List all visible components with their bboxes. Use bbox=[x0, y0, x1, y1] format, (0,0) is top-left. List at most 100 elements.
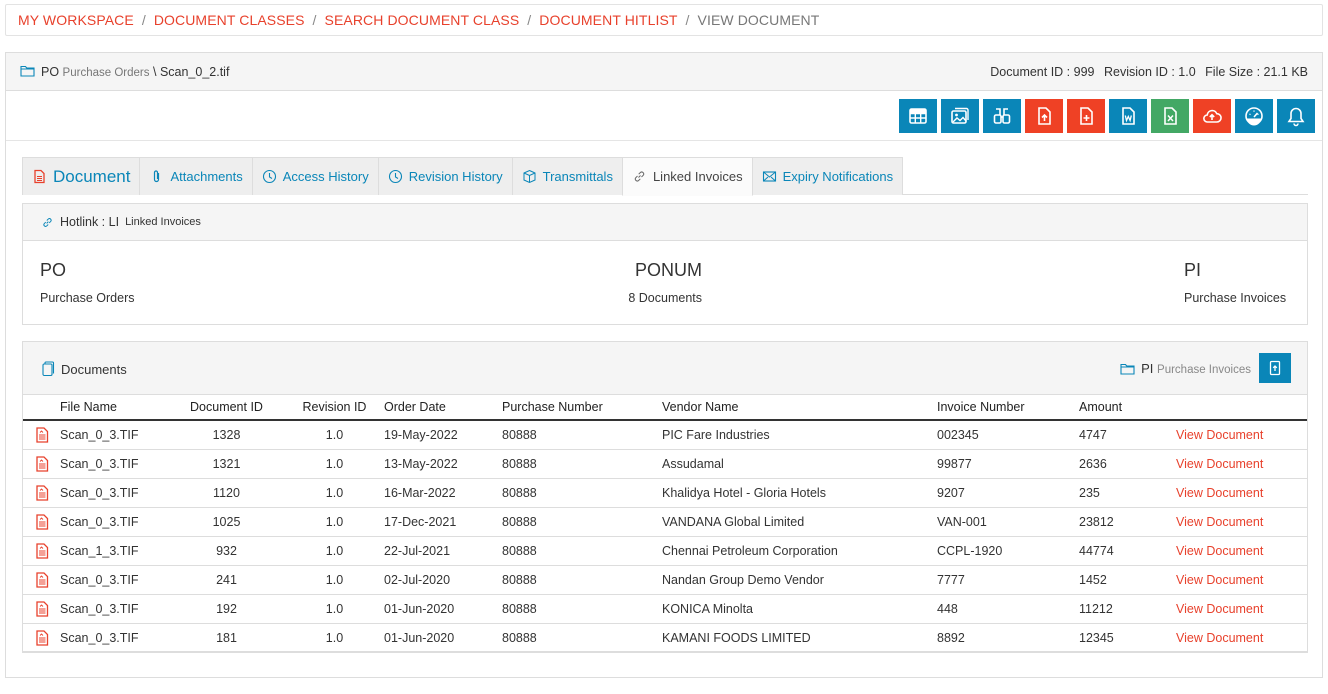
dashboard-button[interactable] bbox=[1235, 98, 1273, 133]
cell-amount: 12345 bbox=[1079, 630, 1114, 645]
breadcrumb-current: VIEW DOCUMENT bbox=[697, 12, 820, 28]
file-icon-cell bbox=[23, 536, 60, 566]
hotlink-header: Hotlink : LI Linked Invoices bbox=[23, 204, 1307, 241]
key-code: PONUM bbox=[635, 260, 702, 280]
cell-file-name: Scan_0_3.TIF bbox=[60, 630, 139, 645]
file-icon-cell bbox=[23, 507, 60, 537]
toolbar bbox=[6, 91, 1322, 141]
pdf-file-icon bbox=[35, 600, 48, 617]
breadcrumb-document-classes[interactable]: DOCUMENT CLASSES bbox=[154, 12, 305, 28]
col-amount[interactable]: Amount bbox=[1079, 395, 1176, 421]
document-panel: PO Purchase Orders \ Scan_0_2.tif Docume… bbox=[5, 52, 1323, 678]
images-button[interactable] bbox=[941, 98, 979, 133]
col-file-name[interactable]: File Name bbox=[60, 395, 168, 421]
revision-id: Revision ID : 1.0 bbox=[1103, 64, 1196, 79]
documents-icon bbox=[42, 361, 55, 377]
tab-label: Expiry Notifications bbox=[782, 169, 894, 184]
cell-file-name: Scan_0_3.TIF bbox=[60, 420, 168, 450]
tab-bar: Document Attachments Access History Revi… bbox=[22, 157, 1308, 196]
find-button[interactable] bbox=[983, 98, 1021, 133]
tab-expiry-notifications[interactable]: Expiry Notifications bbox=[751, 157, 904, 195]
table-row: Scan_0_3.TIF 241 1.0 02-Jul-2020 80888 N… bbox=[23, 565, 1307, 595]
class-name: Purchase Orders bbox=[62, 66, 150, 79]
breadcrumb-separator: / bbox=[685, 12, 690, 28]
cell-amount: 235 bbox=[1079, 478, 1176, 508]
cell-revision-id: 1.0 bbox=[325, 630, 344, 645]
col-document-id[interactable]: Document ID bbox=[168, 395, 285, 421]
table-header-row: File Name Document ID Revision ID Order … bbox=[23, 395, 1307, 421]
cell-action: View Document bbox=[1176, 478, 1307, 508]
bell-icon bbox=[1287, 107, 1305, 126]
view-document-link[interactable]: View Document bbox=[1176, 457, 1263, 471]
document-meta: Document ID : 999 Revision ID : 1.0 File… bbox=[984, 65, 1308, 79]
cell-action: View Document bbox=[1176, 565, 1307, 595]
col-purchase-number[interactable]: Purchase Number bbox=[502, 395, 662, 421]
cell-action: View Document bbox=[1176, 420, 1307, 450]
col-revision-id[interactable]: Revision ID bbox=[285, 395, 384, 421]
cell-document-id: 1120 bbox=[168, 478, 285, 508]
tab-label: Linked Invoices bbox=[652, 169, 743, 184]
cell-revision-id: 1.0 bbox=[285, 420, 384, 450]
pdf-file-icon bbox=[35, 455, 48, 472]
view-document-link[interactable]: View Document bbox=[1176, 428, 1263, 442]
export-excel-button[interactable] bbox=[1151, 98, 1189, 133]
hotlink-name: Linked Invoices bbox=[125, 216, 201, 228]
cloud-upload-button[interactable] bbox=[1193, 98, 1231, 133]
excel-file-icon bbox=[1164, 106, 1177, 125]
view-document-link[interactable]: View Document bbox=[1176, 573, 1263, 587]
document-icon bbox=[34, 169, 45, 184]
view-document-link[interactable]: View Document bbox=[1176, 486, 1263, 500]
tab-document[interactable]: Document bbox=[22, 157, 141, 195]
box-icon bbox=[523, 169, 536, 184]
view-document-link[interactable]: View Document bbox=[1176, 602, 1263, 616]
tab-attachments[interactable]: Attachments bbox=[139, 157, 253, 195]
cell-action: View Document bbox=[1176, 536, 1307, 566]
cell-amount: 11212 bbox=[1079, 594, 1176, 624]
cell-invoice-number: 9207 bbox=[937, 478, 1079, 508]
cell-amount: 44774 bbox=[1079, 536, 1176, 566]
col-invoice-number[interactable]: Invoice Number bbox=[937, 395, 1079, 421]
breadcrumb-my-workspace[interactable]: MY WORKSPACE bbox=[18, 12, 134, 28]
tab-revision-history[interactable]: Revision History bbox=[377, 157, 513, 195]
table-view-button[interactable] bbox=[899, 98, 937, 133]
cell-action: View Document bbox=[1176, 594, 1307, 624]
document-path: PO Purchase Orders \ Scan_0_2.tif bbox=[20, 64, 229, 80]
view-document-link[interactable]: View Document bbox=[1176, 515, 1263, 529]
tab-transmittals[interactable]: Transmittals bbox=[511, 157, 623, 195]
view-document-link[interactable]: View Document bbox=[1176, 631, 1263, 645]
link-icon bbox=[634, 171, 645, 182]
cell-purchase-number: 80888 bbox=[502, 478, 662, 508]
tab-linked-invoices[interactable]: Linked Invoices bbox=[621, 157, 753, 196]
tab-label: Document bbox=[53, 166, 131, 186]
cell-action: View Document bbox=[1176, 507, 1307, 537]
cell-revision-id: 1.0 bbox=[285, 507, 384, 537]
breadcrumb-document-hitlist[interactable]: DOCUMENT HITLIST bbox=[539, 12, 677, 28]
cell-vendor-name: Chennai Petroleum Corporation bbox=[662, 536, 937, 566]
cell-amount: 4747 bbox=[1079, 420, 1176, 450]
source-code: PO bbox=[40, 260, 67, 280]
cell-invoice-number: 002345 bbox=[937, 420, 1079, 450]
cell-purchase-number: 80888 bbox=[502, 565, 662, 595]
cloud-upload-icon bbox=[1203, 109, 1222, 123]
view-document-link[interactable]: View Document bbox=[1176, 544, 1263, 558]
file-size: File Size : 21.1 KB bbox=[1205, 64, 1308, 79]
col-order-date[interactable]: Order Date bbox=[384, 395, 502, 421]
upload-file-button[interactable] bbox=[1025, 98, 1063, 133]
col-vendor-name[interactable]: Vendor Name bbox=[662, 395, 937, 421]
upload-document-button[interactable] bbox=[1259, 353, 1291, 383]
pdf-file-icon bbox=[35, 630, 48, 646]
file-icon-cell bbox=[23, 420, 60, 450]
binoculars-icon bbox=[993, 107, 1011, 124]
new-file-button[interactable] bbox=[1067, 98, 1105, 133]
folder-icon bbox=[1120, 363, 1135, 375]
tab-access-history[interactable]: Access History bbox=[251, 157, 379, 195]
path-separator: \ bbox=[152, 64, 157, 79]
breadcrumb-separator: / bbox=[527, 12, 532, 28]
folder-icon bbox=[20, 64, 35, 80]
document-id: Document ID : 999 bbox=[990, 64, 1095, 79]
export-word-button[interactable] bbox=[1109, 98, 1147, 133]
cell-revision-id: 1.0 bbox=[285, 478, 384, 508]
cell-revision-id: 1.0 bbox=[285, 449, 384, 479]
notifications-button[interactable] bbox=[1277, 98, 1315, 133]
breadcrumb-search-document-class[interactable]: SEARCH DOCUMENT CLASS bbox=[325, 12, 520, 28]
